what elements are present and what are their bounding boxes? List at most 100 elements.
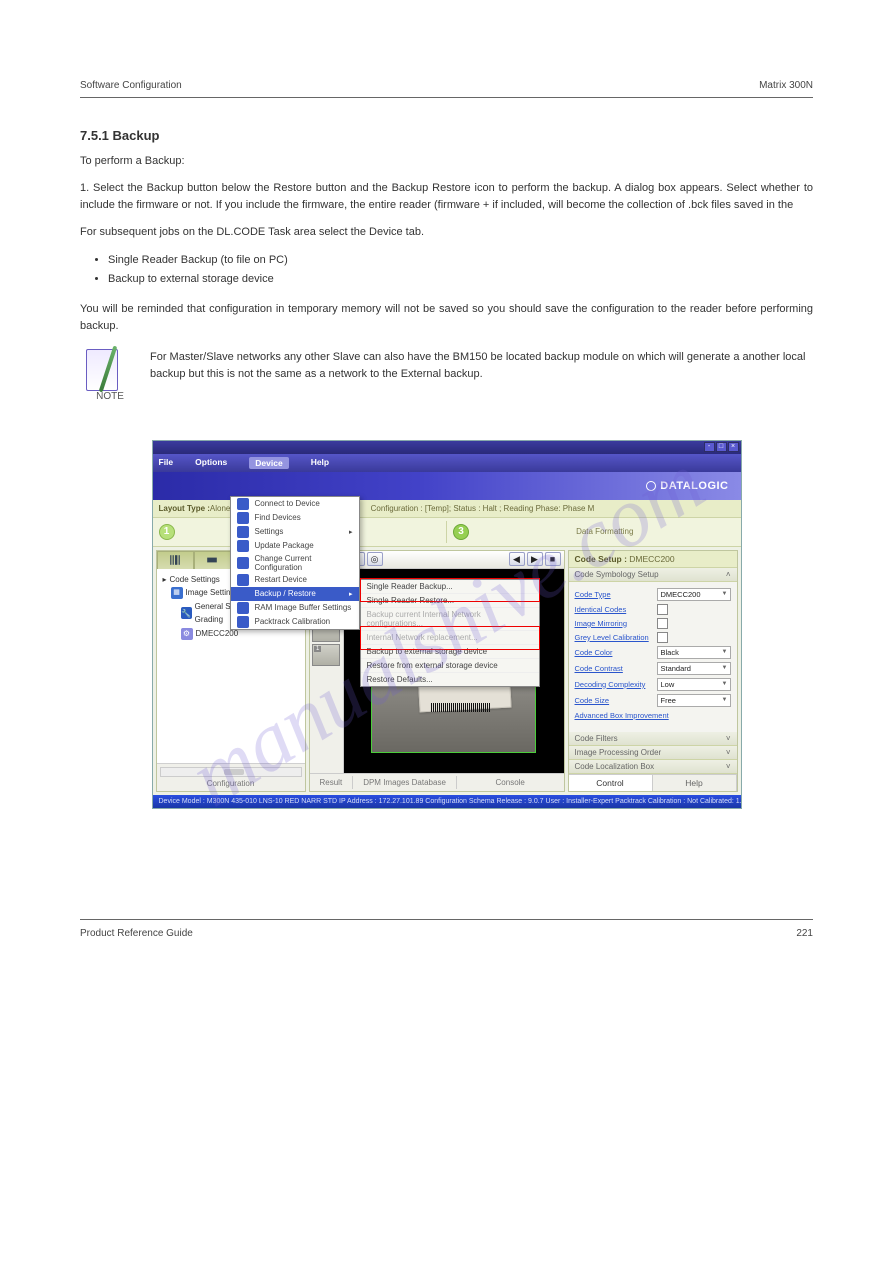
bullet-1: Single Reader Backup (to file on PC) [108, 251, 813, 270]
footer-rule [80, 919, 813, 920]
lbl-grey[interactable]: Grey Level Calibration [575, 633, 653, 642]
right-sect-symbology[interactable]: Code Symbology Setup˄ [569, 568, 737, 582]
menu-options[interactable]: Options [195, 457, 227, 469]
window-buttons: - □ × [704, 442, 739, 452]
cb-mirror[interactable] [657, 618, 668, 629]
figure-wrap: - □ × File Options Device Help DATALOGIC… [80, 440, 813, 809]
submenu-restore-external[interactable]: Restore from external storage device [361, 659, 539, 673]
lbl-color[interactable]: Code Color [575, 648, 653, 657]
submenu-single-restore[interactable]: Single Reader Restore... [361, 594, 539, 608]
menu-backup-restore[interactable]: Backup / Restore [231, 587, 359, 601]
change-icon [237, 557, 249, 569]
menu-change-config[interactable]: Change Current Configuration [231, 553, 359, 573]
left-tab-2[interactable] [194, 551, 231, 569]
titlebar: - □ × [153, 441, 741, 454]
row-identical: Identical Codes [575, 604, 731, 615]
left-footer: Configuration [157, 763, 305, 791]
sel-complexity[interactable]: Low [657, 678, 731, 691]
step-data-formatting[interactable]: Data Formatting [475, 527, 735, 536]
tool-prev[interactable]: ◀ [509, 552, 525, 566]
center-tab-console[interactable]: Console [457, 776, 564, 789]
header-left: Software Configuration [80, 80, 182, 91]
image-settings-icon: ▦ [171, 587, 183, 599]
page: Software Configuration Matrix 300N 7.5.1… [0, 0, 893, 979]
chevron-up-icon: ˄ [726, 570, 731, 579]
submenu-backup-external[interactable]: Backup to external storage device [361, 645, 539, 659]
thumb-1[interactable]: 1 [312, 644, 340, 666]
code-icon: ⚙ [181, 628, 193, 640]
menu-packtrack[interactable]: Packtrack Calibration [231, 615, 359, 629]
sel-contrast[interactable]: Standard [657, 662, 731, 675]
sel-size[interactable]: Free [657, 694, 731, 707]
minimize-button[interactable]: - [704, 442, 715, 452]
step-3-badge[interactable]: 3 [453, 524, 469, 540]
cb-identical[interactable] [657, 604, 668, 615]
note-block: NOTE For Master/Slave networks any other… [80, 345, 813, 416]
cb-grey[interactable] [657, 632, 668, 643]
menu-find-devices[interactable]: Find Devices [231, 511, 359, 525]
submenu-restore-defaults[interactable]: Restore Defaults... [361, 673, 539, 686]
menu-ram-buffer[interactable]: RAM Image Buffer Settings [231, 601, 359, 615]
right-sect-processing[interactable]: Image Processing Order˅ [569, 746, 737, 760]
menu-restart-device[interactable]: Restart Device [231, 573, 359, 587]
tool-next[interactable]: ▶ [527, 552, 543, 566]
menu-restart-label: Restart Device [255, 575, 307, 584]
close-button[interactable]: × [728, 442, 739, 452]
right-tab-control[interactable]: Control [569, 775, 653, 791]
right-panel: Code Setup : DMECC200 Code Symbology Set… [568, 550, 738, 792]
lbl-code-type[interactable]: Code Type [575, 590, 653, 599]
menu-file[interactable]: File [159, 457, 174, 469]
tool-stop[interactable]: ■ [545, 552, 561, 566]
left-scrollbar[interactable] [160, 767, 302, 777]
section-title: 7.5.1 Backup [80, 128, 813, 143]
menu-help[interactable]: Help [311, 457, 329, 469]
note-col: NOTE [80, 345, 140, 416]
left-tab-1[interactable] [157, 551, 194, 569]
row-grey: Grey Level Calibration [575, 632, 731, 643]
app-window: - □ × File Options Device Help DATALOGIC… [152, 440, 742, 809]
note-text: For Master/Slave networks any other Slav… [150, 345, 813, 383]
lbl-identical[interactable]: Identical Codes [575, 605, 653, 614]
menu-connect-label: Connect to Device [255, 499, 320, 508]
center-tab-dpm[interactable]: DPM Images Database [353, 776, 457, 789]
menu-settings[interactable]: Settings [231, 525, 359, 539]
para-2: 1. Select the Backup button below the Re… [80, 180, 813, 214]
settings-icon [237, 526, 249, 538]
menu-update-package[interactable]: Update Package [231, 539, 359, 553]
menu-change-label: Change Current Configuration [255, 554, 353, 572]
right-sect-filters[interactable]: Code Filters˅ [569, 732, 737, 746]
chevron-down-icon: ˅ [726, 734, 731, 743]
center-tab-result[interactable]: Result [310, 776, 354, 789]
para-4: You will be reminded that configuration … [80, 301, 813, 335]
sel-code-type[interactable]: DMECC200 [657, 588, 731, 601]
menu-settings-label: Settings [255, 527, 284, 536]
thumb-1-num: 1 [314, 646, 321, 652]
sect-localization-label: Code Localization Box [575, 762, 655, 771]
layout-type-label: Layout Type : [159, 504, 210, 513]
lbl-size[interactable]: Code Size [575, 696, 653, 705]
step-1-badge[interactable]: 1 [159, 524, 175, 540]
restart-icon [237, 574, 249, 586]
chevron-down-icon-2: ˅ [726, 748, 731, 757]
update-icon [237, 540, 249, 552]
lbl-contrast[interactable]: Code Contrast [575, 664, 653, 673]
menu-device[interactable]: Device [249, 457, 288, 469]
right-sect-localization[interactable]: Code Localization Box˅ [569, 760, 737, 774]
page-header: Software Configuration Matrix 300N [80, 80, 813, 91]
device-dropdown: Connect to Device Find Devices Settings … [230, 496, 360, 630]
right-tab-help[interactable]: Help [653, 775, 737, 791]
lbl-mirror[interactable]: Image Mirroring [575, 619, 653, 628]
lbl-complexity[interactable]: Decoding Complexity [575, 680, 653, 689]
link-adv-box[interactable]: Advanced Box Improvement [575, 711, 731, 720]
sel-color[interactable]: Black [657, 646, 731, 659]
tree-root-label: Code Settings [170, 573, 220, 587]
row-code-type: Code Type DMECC200 [575, 588, 731, 601]
submenu-single-backup[interactable]: Single Reader Backup... [361, 580, 539, 594]
maximize-button[interactable]: □ [716, 442, 727, 452]
left-footer-label: Configuration [207, 779, 255, 788]
row-complexity: Decoding Complexity Low [575, 678, 731, 691]
menu-connect-device[interactable]: Connect to Device [231, 497, 359, 511]
right-title: Code Setup : DMECC200 [569, 551, 737, 568]
menu-update-label: Update Package [255, 541, 314, 550]
tool-focus[interactable]: ◎ [367, 552, 383, 566]
